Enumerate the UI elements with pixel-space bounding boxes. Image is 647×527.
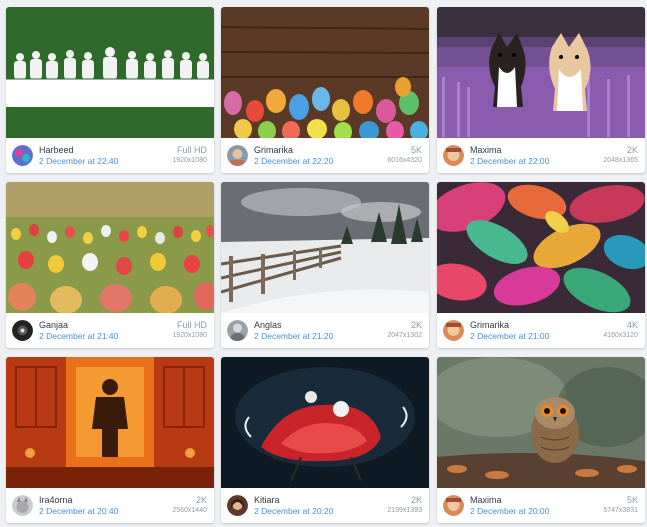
image-dimensions: 2048x1365 [603, 157, 638, 164]
resolution-label: 2K [410, 320, 422, 330]
card-meta: Maxima 2 December at 20:00 5K 5747x3831 [437, 488, 645, 523]
author-name[interactable]: Maxima [470, 145, 502, 155]
author-name[interactable]: Maxima [470, 495, 502, 505]
wallpaper-card[interactable]: Ira4orna 2 December at 20:40 2K 2560x144… [6, 357, 214, 523]
card-meta: Grimarika 2 December at 21:00 4K 4160x31… [437, 313, 645, 348]
resolution-label: Full HD [176, 320, 207, 330]
easter-eggs-icon[interactable] [221, 7, 429, 138]
card-meta: Grimarika 2 December at 22:20 5K 6016x43… [221, 138, 429, 173]
wallpaper-card[interactable]: Kitiara 2 December at 20:20 2K 2199x1393 [221, 357, 429, 523]
orange-room-man-icon[interactable] [6, 357, 214, 488]
dark-avatar-icon[interactable] [12, 320, 33, 341]
image-dimensions: 5747x3831 [603, 507, 638, 514]
author-name[interactable]: Grimarika [254, 145, 293, 155]
card-meta: Harbeed 2 December at 22:40 Full HD 1920… [6, 138, 214, 173]
wallpaper-card[interactable]: Ganjaa 2 December at 21:40 Full HD 1920x… [6, 182, 214, 348]
author-name[interactable]: Ira4orna [39, 495, 73, 505]
upload-date[interactable]: 2 December at 21:40 [39, 331, 118, 341]
red-creature-icon[interactable] [221, 357, 429, 488]
resolution-label: 2K [410, 495, 422, 505]
owl-icon[interactable] [437, 357, 645, 488]
last-supper-icon[interactable] [6, 7, 214, 138]
upload-date[interactable]: 2 December at 22:20 [254, 156, 333, 166]
author-name[interactable]: Harbeed [39, 145, 74, 155]
wallpaper-card[interactable]: Maxima 2 December at 22:00 2K 2048x1365 [437, 7, 645, 173]
face-avatar-icon[interactable] [443, 145, 464, 166]
image-dimensions: 1920x1080 [172, 157, 207, 164]
dogs-lavender-icon[interactable] [437, 7, 645, 138]
wallpaper-card[interactable]: Grimarika 2 December at 22:20 5K 6016x43… [221, 7, 429, 173]
colorful-leaves-icon[interactable] [437, 182, 645, 313]
wallpaper-card[interactable]: Harbeed 2 December at 22:40 Full HD 1920… [6, 7, 214, 173]
resolution-label: 4K [626, 320, 638, 330]
author-name[interactable]: Grimarika [470, 320, 509, 330]
face-avatar-icon[interactable] [443, 320, 464, 341]
wallpaper-card[interactable]: Grimarika 2 December at 21:00 4K 4160x31… [437, 182, 645, 348]
upload-date[interactable]: 2 December at 20:40 [39, 506, 118, 516]
colorful-avatar-icon[interactable] [12, 145, 33, 166]
upload-date[interactable]: 2 December at 20:20 [254, 506, 333, 516]
card-meta: Maxima 2 December at 22:00 2K 2048x1365 [437, 138, 645, 173]
author-name[interactable]: Ganjaa [39, 320, 68, 330]
card-meta: Kitiara 2 December at 20:20 2K 2199x1393 [221, 488, 429, 523]
card-meta: Ira4orna 2 December at 20:40 2K 2560x144… [6, 488, 214, 523]
upload-date[interactable]: 2 December at 21:00 [470, 331, 549, 341]
cat-avatar-icon[interactable] [12, 495, 33, 516]
resolution-label: 2K [626, 145, 638, 155]
upload-date[interactable]: 2 December at 22:40 [39, 156, 118, 166]
wallpaper-grid: Harbeed 2 December at 22:40 Full HD 1920… [0, 0, 647, 527]
resolution-label: 5K [626, 495, 638, 505]
wallpaper-card[interactable]: Anglas 2 December at 21:20 2K 2047x1302 [221, 182, 429, 348]
image-dimensions: 2199x1393 [387, 507, 422, 514]
resolution-label: 2K [195, 495, 207, 505]
resolution-label: 5K [410, 145, 422, 155]
person-avatar-icon[interactable] [227, 145, 248, 166]
tulips-field-icon[interactable] [6, 182, 214, 313]
grey-avatar-icon[interactable] [227, 320, 248, 341]
image-dimensions: 4160x3120 [603, 332, 638, 339]
image-dimensions: 1920x1080 [172, 332, 207, 339]
snowy-fence-icon[interactable] [221, 182, 429, 313]
face-avatar-icon[interactable] [443, 495, 464, 516]
upload-date[interactable]: 2 December at 22:00 [470, 156, 549, 166]
card-meta: Anglas 2 December at 21:20 2K 2047x1302 [221, 313, 429, 348]
card-meta: Ganjaa 2 December at 21:40 Full HD 1920x… [6, 313, 214, 348]
wallpaper-card[interactable]: Maxima 2 December at 20:00 5K 5747x3831 [437, 357, 645, 523]
author-name[interactable]: Kitiara [254, 495, 280, 505]
image-dimensions: 2560x1440 [172, 507, 207, 514]
author-name[interactable]: Anglas [254, 320, 282, 330]
upload-date[interactable]: 2 December at 21:20 [254, 331, 333, 341]
image-dimensions: 2047x1302 [387, 332, 422, 339]
woman-avatar-icon[interactable] [227, 495, 248, 516]
image-dimensions: 6016x4320 [387, 157, 422, 164]
resolution-label: Full HD [176, 145, 207, 155]
upload-date[interactable]: 2 December at 20:00 [470, 506, 549, 516]
